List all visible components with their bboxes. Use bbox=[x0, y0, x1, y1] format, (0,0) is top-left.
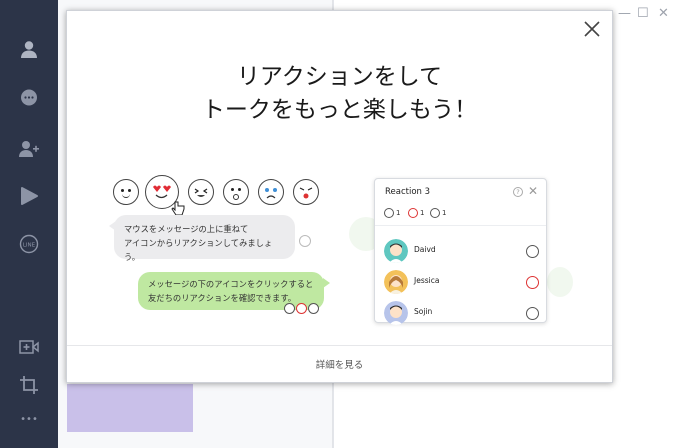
more-icon[interactable]: ••• bbox=[17, 407, 41, 431]
title-line-2: トークをもっと楽しもう！ bbox=[201, 97, 478, 123]
grey-message-bubble: マウスをメッセージの上に重ねて アイコンからリアクションしてみましょう。 bbox=[109, 215, 295, 262]
divider bbox=[375, 225, 546, 226]
message-reactions-summary[interactable] bbox=[284, 303, 324, 317]
add-friend-icon[interactable] bbox=[17, 137, 41, 161]
line-label: LINE bbox=[23, 242, 36, 248]
crop-icon[interactable] bbox=[17, 373, 41, 397]
line-icon[interactable]: LINE bbox=[17, 232, 41, 256]
user-name: Sojin bbox=[414, 307, 433, 316]
see-details-link[interactable]: 詳細を見る bbox=[67, 357, 612, 371]
green-bubble-line-1: メッセージの下のアイコンをクリックすると bbox=[148, 279, 314, 289]
faded-character-icon bbox=[547, 267, 573, 297]
reaction-intro-dialog: リアクションをして トークをもっと楽しもう！ マウスをメッセージの上に重ねて ア… bbox=[66, 10, 613, 383]
dialog-title: リアクションをして トークをもっと楽しもう！ bbox=[67, 61, 612, 127]
reaction-user-row[interactable]: Jessica bbox=[384, 270, 539, 296]
bear-reaction-icon bbox=[384, 208, 394, 218]
sidebar: LINE ••• bbox=[0, 0, 58, 448]
grey-bubble-line-1: マウスをメッセージの上に重ねて bbox=[124, 224, 249, 234]
count-value: 1 bbox=[396, 209, 401, 217]
laugh-reaction-icon bbox=[430, 208, 440, 218]
chat-preview-tile[interactable] bbox=[67, 384, 193, 432]
grey-bubble-line-2: アイコンからリアクションしてみましょう。 bbox=[124, 238, 273, 262]
heart-reaction-icon bbox=[408, 208, 418, 218]
heart-reaction-icon bbox=[296, 303, 307, 314]
add-reaction-smiley-icon[interactable] bbox=[299, 235, 311, 247]
reaction-detail-card: Reaction 3 ? ✕ 1 1 1 Daivd Jessica Sojin bbox=[374, 178, 547, 325]
help-icon[interactable]: ? bbox=[513, 187, 523, 197]
person-icon[interactable] bbox=[17, 37, 41, 61]
surprised-emoji-icon[interactable] bbox=[223, 179, 249, 205]
reaction-user-row[interactable]: Sojin bbox=[384, 301, 539, 327]
close-icon[interactable] bbox=[582, 19, 602, 39]
reaction-card-title: Reaction 3 bbox=[385, 187, 431, 197]
brown-bear-emoji-icon[interactable] bbox=[113, 179, 139, 205]
reaction-card-close-icon[interactable]: ✕ bbox=[528, 184, 538, 198]
reaction-user-row[interactable]: Daivd bbox=[384, 239, 539, 265]
maximize-button[interactable]: ☐ bbox=[637, 7, 649, 21]
laugh-count: 1 bbox=[430, 207, 446, 219]
user-name: Jessica bbox=[414, 276, 440, 285]
laugh-reaction-icon bbox=[308, 303, 319, 314]
window-close-button[interactable]: ✕ bbox=[658, 7, 669, 21]
title-line-1: リアクションをして bbox=[236, 64, 443, 90]
more-label: ••• bbox=[20, 413, 38, 425]
bear-reaction-icon bbox=[526, 245, 539, 258]
heart-reaction-icon bbox=[526, 276, 539, 289]
add-video-icon[interactable] bbox=[17, 335, 41, 359]
avatar bbox=[384, 301, 408, 325]
heart-count: 1 bbox=[408, 207, 424, 219]
divider bbox=[67, 345, 612, 346]
laugh-reaction-icon bbox=[526, 307, 539, 320]
angry-emoji-icon[interactable] bbox=[293, 179, 319, 205]
laugh-emoji-icon[interactable] bbox=[188, 179, 214, 205]
play-icon[interactable] bbox=[17, 184, 41, 208]
count-value: 1 bbox=[420, 209, 425, 217]
avatar bbox=[384, 239, 408, 263]
minimize-button[interactable]: — bbox=[618, 7, 631, 21]
user-name: Daivd bbox=[414, 245, 436, 254]
avatar bbox=[384, 270, 408, 294]
chat-icon[interactable] bbox=[17, 86, 41, 110]
count-value: 1 bbox=[442, 209, 447, 217]
bear-count: 1 bbox=[384, 207, 400, 219]
sad-emoji-icon[interactable] bbox=[258, 179, 284, 205]
bear-reaction-icon bbox=[284, 303, 295, 314]
